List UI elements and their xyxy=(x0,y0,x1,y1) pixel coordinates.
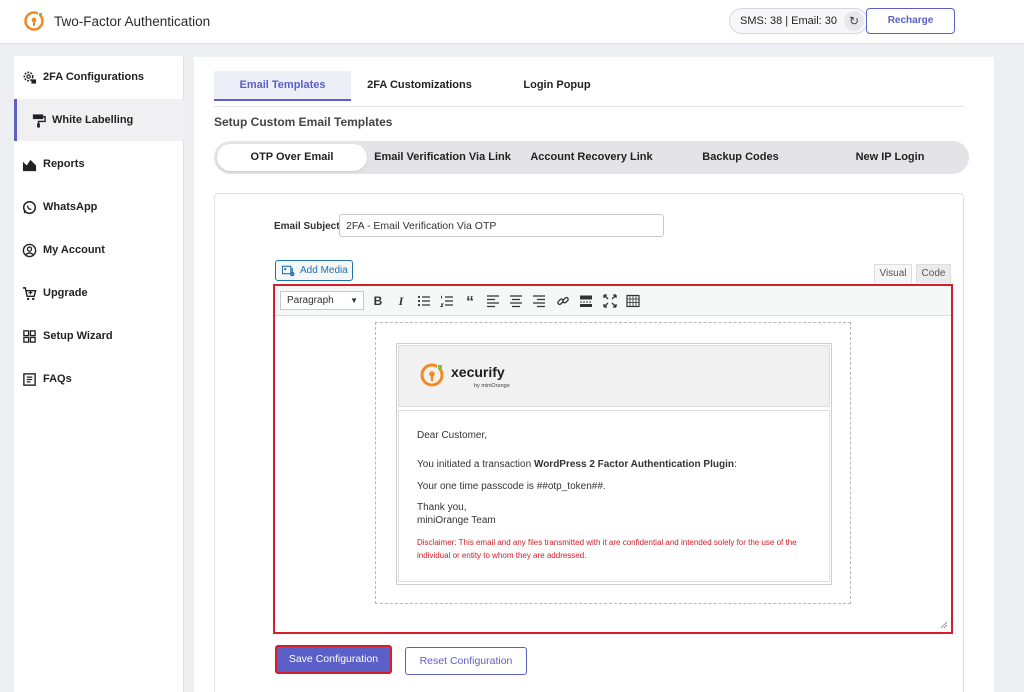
sidebar-item-upgrade[interactable]: Upgrade xyxy=(14,272,184,314)
tab-visual[interactable]: Visual xyxy=(874,264,912,283)
email-line-prefix: You initiated a transaction xyxy=(417,459,534,470)
sidebar: 2FA Configurations White Labelling Repor… xyxy=(14,56,184,692)
sidebar-item-label: Upgrade xyxy=(43,287,88,299)
chevron-down-icon: ▼ xyxy=(350,296,358,305)
bullet-list-icon[interactable] xyxy=(415,292,433,310)
sidebar-item-my-account[interactable]: My Account xyxy=(14,229,184,271)
reset-configuration-button[interactable]: Reset Configuration xyxy=(405,647,527,675)
brand-name: xecurify xyxy=(451,364,505,380)
main-panel: Email Templates 2FA Customizations Login… xyxy=(194,57,994,692)
sidebar-item-reports[interactable]: Reports xyxy=(14,143,184,185)
email-body: Dear Customer, You initiated a transacti… xyxy=(398,410,830,582)
subtab-backup-codes[interactable]: Backup Codes xyxy=(667,144,814,171)
align-right-icon[interactable] xyxy=(530,292,548,310)
template-card: Email Subject: Add Media Visual Code Par… xyxy=(214,193,964,692)
email-greeting: Dear Customer, xyxy=(417,430,488,441)
email-line-passcode: Your one time passcode is ##otp_token##. xyxy=(417,481,606,492)
media-icon xyxy=(282,265,295,277)
gear-lock-icon xyxy=(21,69,37,85)
sidebar-item-white-labelling[interactable]: White Labelling xyxy=(14,99,184,141)
fullscreen-icon[interactable] xyxy=(601,292,619,310)
email-subject-label: Email Subject: xyxy=(274,221,343,232)
sidebar-item-faqs[interactable]: FAQs xyxy=(14,358,184,400)
format-select-value: Paragraph xyxy=(287,295,334,306)
subtab-account-recovery-link[interactable]: Account Recovery Link xyxy=(518,144,665,171)
tab-2fa-customizations[interactable]: 2FA Customizations xyxy=(356,71,483,101)
sidebar-item-label: My Account xyxy=(43,244,105,256)
blockquote-icon[interactable]: “ xyxy=(461,292,479,311)
add-media-label: Add Media xyxy=(300,265,348,276)
brand-subtitle: by miniOrange xyxy=(474,383,510,389)
sidebar-item-label: Setup Wizard xyxy=(43,330,113,342)
subtab-new-ip-login[interactable]: New IP Login xyxy=(816,144,964,171)
refresh-icon[interactable]: ↻ xyxy=(844,11,865,31)
format-select[interactable]: Paragraph ▼ xyxy=(280,291,364,310)
book-icon xyxy=(21,371,37,387)
whatsapp-icon xyxy=(21,199,37,215)
add-media-button[interactable]: Add Media xyxy=(275,260,353,281)
editor-content[interactable]: xecurify by miniOrange Dear Customer, Yo… xyxy=(375,322,851,604)
top-header: Two-Factor Authentication SMS: 38 | Emai… xyxy=(0,0,1024,44)
resize-handle-icon[interactable] xyxy=(940,621,948,629)
template-subtabs: OTP Over Email Email Verification Via Li… xyxy=(214,141,969,174)
email-line-suffix: : xyxy=(733,459,737,470)
sidebar-item-label: WhatsApp xyxy=(43,201,98,213)
section-title: Setup Custom Email Templates xyxy=(214,115,393,129)
sidebar-item-label: White Labelling xyxy=(52,114,134,126)
xecurify-logo-icon xyxy=(420,363,444,387)
chart-icon xyxy=(21,156,37,172)
italic-icon[interactable]: I xyxy=(392,292,410,310)
toolbar-toggle-icon[interactable] xyxy=(624,292,642,310)
save-configuration-button[interactable]: Save Configuration xyxy=(275,645,392,674)
grid-icon xyxy=(21,328,37,344)
align-center-icon[interactable] xyxy=(507,292,525,310)
bold-icon[interactable]: B xyxy=(369,292,387,310)
credits-text: SMS: 38 | Email: 30 xyxy=(740,15,838,27)
sidebar-item-label: FAQs xyxy=(43,373,72,385)
tab-email-templates[interactable]: Email Templates xyxy=(214,71,351,101)
cart-icon xyxy=(21,285,37,301)
sidebar-item-label: 2FA Configurations xyxy=(43,71,145,83)
sidebar-item-2fa-configurations[interactable]: 2FA Configurations xyxy=(14,56,184,98)
paint-roller-icon xyxy=(30,112,46,128)
rich-text-editor: Paragraph ▼ B I “ xecurify by miniOrange… xyxy=(273,284,953,634)
email-plugin-name: WordPress 2 Factor Authentication Plugin xyxy=(533,459,734,470)
email-header: xecurify by miniOrange xyxy=(398,345,830,407)
subtab-email-verification-link[interactable]: Email Verification Via Link xyxy=(369,144,516,171)
tab-login-popup[interactable]: Login Popup xyxy=(504,71,610,101)
subtab-otp-over-email[interactable]: OTP Over Email xyxy=(217,144,367,171)
read-more-icon[interactable] xyxy=(577,292,595,310)
app-logo-icon xyxy=(24,11,44,31)
email-team: miniOrange Team xyxy=(417,515,496,526)
sidebar-item-setup-wizard[interactable]: Setup Wizard xyxy=(14,315,184,357)
sidebar-item-whatsapp[interactable]: WhatsApp xyxy=(14,186,184,228)
tab-code[interactable]: Code xyxy=(916,264,951,283)
sidebar-item-label: Reports xyxy=(43,158,85,170)
email-line-transaction: You initiated a transaction WordPress 2 … xyxy=(417,459,737,470)
user-circle-icon xyxy=(21,242,37,258)
link-icon[interactable] xyxy=(554,292,572,310)
align-left-icon[interactable] xyxy=(484,292,502,310)
credits-badge: SMS: 38 | Email: 30 ↻ xyxy=(729,8,869,34)
email-preview: xecurify by miniOrange Dear Customer, Yo… xyxy=(396,343,832,585)
tab-bar: Email Templates 2FA Customizations Login… xyxy=(214,71,964,107)
app-title: Two-Factor Authentication xyxy=(54,14,211,29)
editor-toolbar: Paragraph ▼ B I “ xyxy=(275,286,951,316)
email-thanks: Thank you, xyxy=(417,502,467,513)
email-subject-input[interactable] xyxy=(339,214,664,237)
recharge-button[interactable]: Recharge xyxy=(866,8,955,34)
email-disclaimer: Disclaimer: This email and any files tra… xyxy=(417,538,797,560)
numbered-list-icon[interactable] xyxy=(438,292,456,310)
